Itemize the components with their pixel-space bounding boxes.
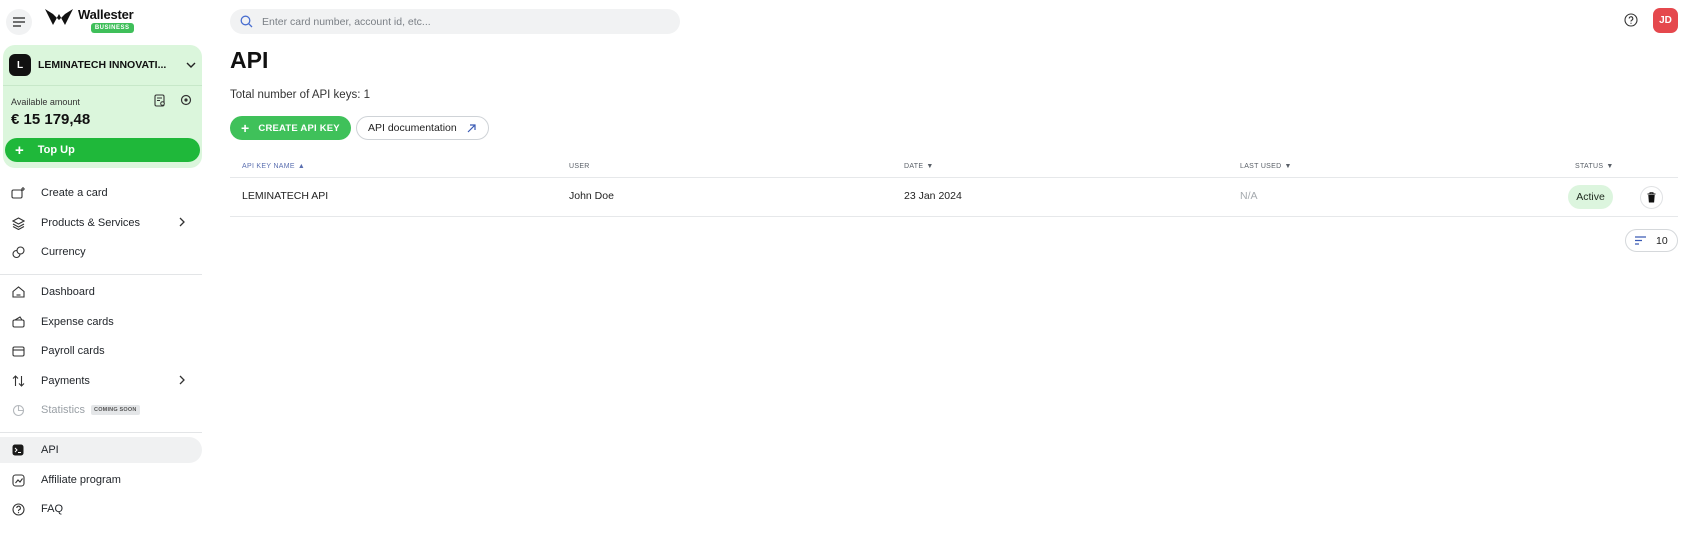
nav-label: API (41, 444, 59, 456)
api-key-name-cell: LEMINATECH API (242, 190, 329, 202)
api-documentation-button[interactable]: API documentation (356, 116, 489, 140)
nav-products-services[interactable]: Products & Services (0, 210, 202, 236)
api-keys-total: Total number of API keys: 1 (230, 89, 370, 101)
account-card: L LEMINATECH INNOVATI... Available amoun… (3, 45, 202, 168)
page-title: API (230, 47, 269, 73)
table-header-divider (230, 177, 1678, 178)
create-api-key-label: CREATE API KEY (258, 122, 340, 134)
api-documentation-label: API documentation (368, 122, 457, 134)
nav-create-card[interactable]: Create a card (0, 180, 202, 206)
nav-divider (0, 274, 202, 275)
sort-lines-icon (1635, 236, 1646, 245)
account-avatar: L (9, 54, 31, 76)
delete-api-key-button[interactable] (1640, 186, 1663, 209)
nav-payroll-cards[interactable]: Payroll cards (0, 338, 202, 364)
create-api-key-button[interactable]: + CREATE API KEY (230, 116, 351, 140)
nav-label: Currency (41, 246, 86, 258)
terminal-icon (11, 443, 25, 457)
available-amount-label: Available amount (11, 97, 80, 107)
nav-statistics: Statistics COMING SOON (0, 397, 202, 423)
nav-affiliate-program[interactable]: Affiliate program (0, 467, 202, 493)
trash-icon (1647, 192, 1656, 203)
chart-icon (11, 403, 25, 417)
nav-currency[interactable]: Currency (0, 239, 202, 265)
top-up-label: Top Up (37, 144, 75, 156)
account-divider (3, 85, 202, 86)
home-icon (11, 285, 25, 299)
statement-icon[interactable] (154, 94, 166, 110)
sort-desc-icon: ▼ (1606, 162, 1614, 170)
sort-asc-icon: ▲ (297, 162, 306, 170)
nav-expense-cards[interactable]: Expense cards (0, 309, 202, 335)
wallet-icon (11, 315, 25, 329)
sort-desc-icon: ▼ (926, 162, 934, 170)
available-amount-value: € 15 179,48 (11, 111, 91, 128)
nav-label: Payments (41, 375, 90, 387)
nav-api[interactable]: API (0, 437, 202, 463)
brand-name: Wallester (78, 7, 134, 22)
chevron-down-icon (186, 62, 196, 68)
help-icon (11, 502, 25, 516)
date-cell: 23 Jan 2024 (904, 190, 962, 202)
nav-label: FAQ (41, 503, 64, 515)
column-header-user: USER (569, 162, 590, 170)
sidebar: Wallester BUSINESS L LEMINATECH INNOVATI… (0, 0, 202, 549)
nav-label: Products & Services (41, 217, 141, 229)
plus-icon: + (241, 120, 250, 136)
nav-faq[interactable]: FAQ (0, 496, 202, 522)
top-up-button[interactable]: + Top Up (5, 138, 200, 162)
nav-label: Statistics (41, 404, 86, 416)
brand-logo[interactable]: Wallester BUSINESS (44, 8, 134, 33)
search-icon (240, 15, 253, 28)
column-header-last-used[interactable]: LAST USED ▼ (1240, 155, 1292, 177)
affiliate-icon (11, 473, 25, 487)
chevron-right-icon (179, 375, 185, 385)
brand-badge: BUSINESS (90, 23, 134, 33)
nav-label: Dashboard (41, 286, 95, 298)
user-cell: John Doe (569, 190, 614, 202)
account-name: LEMINATECH INNOVATI... (38, 59, 167, 71)
nav-divider (0, 432, 202, 433)
nav-payments[interactable]: Payments (0, 368, 202, 394)
help-icon[interactable] (1624, 13, 1638, 30)
hamburger-icon[interactable] (6, 9, 32, 35)
payroll-card-icon (11, 344, 25, 358)
layers-icon (11, 216, 25, 230)
menu-toggle[interactable] (6, 8, 32, 36)
status-badge: Active (1568, 185, 1613, 209)
arrows-updown-icon (11, 374, 25, 388)
coming-soon-badge: COMING SOON (91, 405, 140, 415)
chevron-right-icon (179, 217, 185, 227)
refresh-icon[interactable] (180, 94, 192, 110)
search-input[interactable] (262, 15, 662, 28)
search-bar[interactable] (230, 9, 680, 34)
sort-desc-icon: ▼ (1284, 162, 1292, 170)
nav-label: Affiliate program (41, 474, 121, 486)
nav-dashboard[interactable]: Dashboard (0, 279, 202, 305)
user-avatar[interactable]: JD (1653, 8, 1678, 33)
wallester-logo-icon (45, 9, 73, 25)
plus-icon: + (15, 141, 24, 159)
column-header-status[interactable]: STATUS ▼ (1575, 155, 1614, 177)
nav-label: Expense cards (41, 316, 114, 328)
last-used-cell: N/A (1240, 190, 1258, 202)
card-plus-icon (11, 186, 25, 200)
page-size-value: 10 (1656, 234, 1668, 247)
currency-icon (11, 245, 25, 259)
account-selector[interactable]: L LEMINATECH INNOVATI... (9, 53, 196, 77)
nav-label: Payroll cards (41, 345, 105, 357)
external-link-icon (467, 123, 476, 132)
table-row-divider (230, 216, 1678, 217)
column-header-api-key-name[interactable]: API KEY NAME ▲ (242, 155, 305, 177)
page-size-selector[interactable]: 10 (1625, 229, 1678, 252)
nav-label: Create a card (41, 187, 108, 199)
column-header-date[interactable]: DATE ▼ (904, 155, 934, 177)
